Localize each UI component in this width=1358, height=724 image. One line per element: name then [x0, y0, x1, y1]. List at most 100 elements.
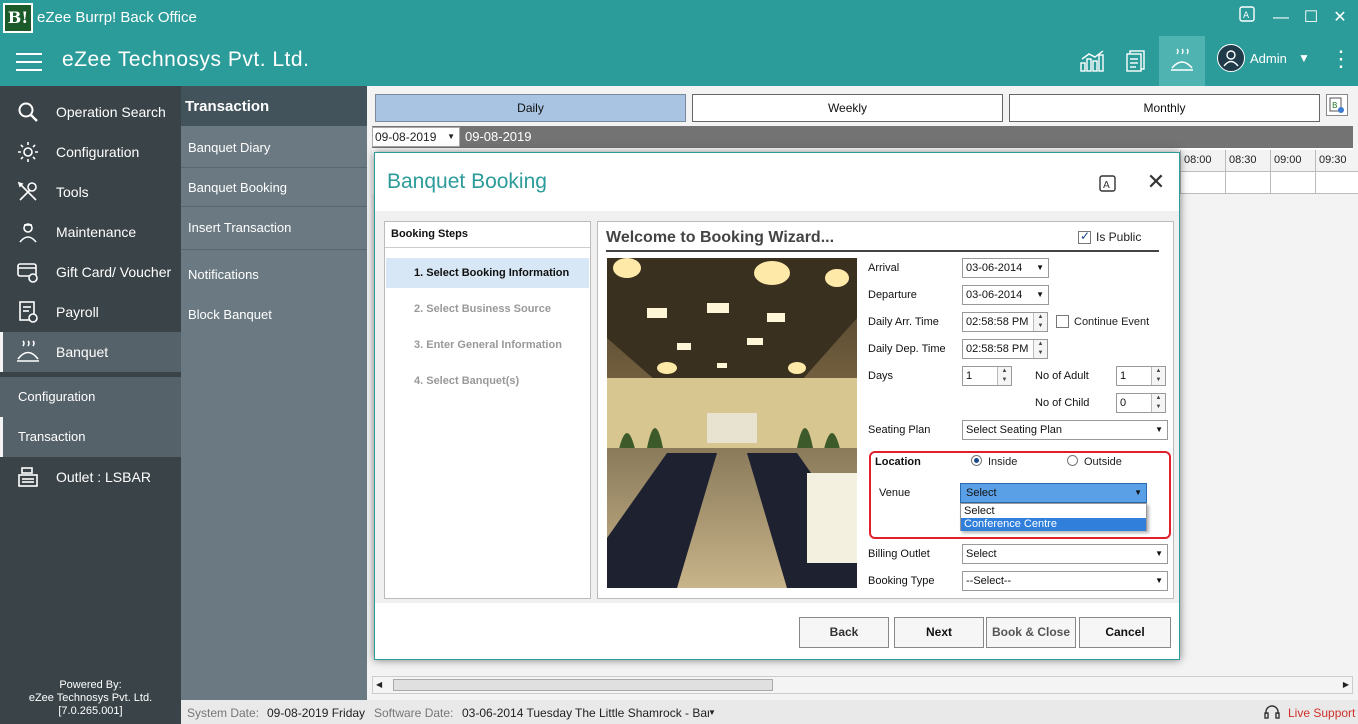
next-button[interactable]: Next — [894, 617, 984, 648]
checkbox-icon[interactable] — [1056, 315, 1069, 328]
sidebar-item-configuration[interactable]: Configuration — [0, 132, 181, 172]
date-picker[interactable]: 09-08-2019 ▼ — [372, 127, 460, 147]
powered-by-company: eZee Technosys Pvt. Ltd. — [28, 692, 153, 704]
more-options-icon[interactable]: ⋮ — [1330, 44, 1352, 74]
chevron-down-icon[interactable]: ▼ — [708, 708, 716, 717]
back-button[interactable]: Back — [799, 617, 889, 648]
spinner-icon[interactable]: ▲ ▼ — [1033, 313, 1047, 331]
sidebar-item-banquet[interactable]: Banquet — [0, 332, 181, 372]
translate-icon[interactable]: A — [1099, 175, 1117, 193]
scroll-left-icon[interactable]: ◀ — [376, 677, 382, 693]
daily-dep-time-value: 02:58:58 PM — [966, 343, 1029, 355]
sidebar-item-maintenance[interactable]: Maintenance — [0, 212, 181, 252]
time-cell[interactable] — [1315, 172, 1358, 194]
sidebar-item-payroll[interactable]: Payroll — [0, 292, 181, 332]
time-cell[interactable] — [1270, 172, 1315, 194]
booking-steps-panel: Booking Steps 1. Select Booking Informat… — [384, 221, 591, 599]
step-2[interactable]: 2. Select Business Source — [386, 294, 589, 324]
sidebar-item-outlet[interactable]: Outlet : LSBAR — [0, 457, 181, 497]
banquet-booking-dialog: Banquet Booking A ✕ Booking Steps 1. Sel… — [374, 152, 1180, 660]
dialog-body: Booking Steps 1. Select Booking Informat… — [375, 211, 1179, 603]
translate-icon[interactable]: A — [1229, 0, 1265, 36]
horizontal-scrollbar[interactable]: ◀ ▶ — [372, 676, 1353, 694]
sidebar-item-label: Configuration — [56, 144, 140, 160]
step-3[interactable]: 3. Enter General Information — [386, 330, 589, 360]
sidebar-item-label: Gift Card/ Voucher — [56, 264, 172, 280]
submenu-item-banquet-booking[interactable]: Banquet Booking — [188, 180, 287, 195]
close-icon[interactable]: ✕ — [1322, 0, 1358, 36]
outlet-name[interactable]: The Little Shamrock - Bar — [575, 706, 709, 720]
close-icon[interactable]: ✕ — [1143, 169, 1169, 195]
book-close-button[interactable]: Book & Close — [986, 617, 1076, 648]
scrollbar-thumb[interactable] — [393, 679, 773, 691]
location-outside-label: Outside — [1084, 456, 1122, 468]
location-outside-radio[interactable]: Outside — [1067, 455, 1122, 468]
radio-icon[interactable] — [971, 455, 982, 466]
days-label: Days — [868, 370, 894, 382]
sidebar-subitem-configuration[interactable]: Configuration — [0, 377, 181, 417]
sidebar-item-label: Payroll — [56, 304, 99, 320]
chart-icon[interactable] — [1069, 36, 1115, 86]
location-inside-radio[interactable]: Inside — [971, 455, 1017, 468]
chevron-down-icon: ▼ — [1155, 549, 1163, 558]
time-cell[interactable] — [1180, 172, 1225, 194]
payroll-icon — [15, 299, 41, 325]
submenu-item-insert-transaction[interactable]: Insert Transaction — [188, 220, 291, 235]
billing-outlet-select[interactable]: Select ▼ — [962, 544, 1168, 564]
is-public-checkbox[interactable]: Is Public — [1078, 229, 1141, 244]
venue-option[interactable]: Conference Centre — [961, 518, 1146, 531]
report-icon[interactable] — [1113, 36, 1159, 86]
sidebar-subitem-transaction[interactable]: Transaction — [0, 417, 181, 457]
submenu-item-block-banquet[interactable]: Block Banquet — [188, 307, 272, 322]
submenu-item-notifications[interactable]: Notifications — [188, 267, 259, 282]
tab-daily[interactable]: Daily — [375, 94, 686, 122]
powered-by: Powered By: eZee Technosys Pvt. Ltd. [7.… — [0, 679, 181, 718]
spinner-icon[interactable]: ▲ ▼ — [997, 367, 1011, 385]
svg-text:B: B — [1332, 101, 1338, 110]
step-1[interactable]: 1. Select Booking Information — [386, 258, 589, 288]
spinner-icon[interactable]: ▲ ▼ — [1151, 367, 1165, 385]
days-input[interactable]: 1 ▲ ▼ — [962, 366, 1012, 386]
chevron-down-icon: ▼ — [1134, 488, 1142, 497]
child-input[interactable]: 0 ▲ ▼ — [1116, 393, 1166, 413]
menu-icon[interactable] — [16, 53, 42, 71]
wizard-title: Welcome to Booking Wizard... — [606, 229, 835, 246]
scroll-right-icon[interactable]: ▶ — [1343, 677, 1349, 693]
cancel-button[interactable]: Cancel — [1079, 617, 1171, 648]
svg-text:A: A — [1103, 180, 1110, 191]
time-slot: 09:00 — [1270, 150, 1315, 172]
arrival-date-picker[interactable]: 03-06-2014 ▼ — [962, 258, 1049, 278]
seating-plan-select[interactable]: Select Seating Plan ▼ — [962, 420, 1168, 440]
calendar-export-icon[interactable]: B — [1326, 94, 1348, 116]
arrival-value: 03-06-2014 — [966, 262, 1023, 274]
divider — [606, 250, 1159, 252]
venue-select[interactable]: Select ▼ — [960, 483, 1147, 503]
tab-weekly[interactable]: Weekly — [692, 94, 1003, 122]
tab-monthly[interactable]: Monthly — [1009, 94, 1320, 122]
booking-type-select[interactable]: --Select-- ▼ — [962, 571, 1168, 591]
adult-value: 1 — [1120, 370, 1127, 382]
banquet-header-icon[interactable] — [1159, 36, 1205, 86]
checkbox-icon[interactable] — [1078, 229, 1091, 244]
sidebar-item-tools[interactable]: Tools — [0, 172, 181, 212]
continue-event-label: Continue Event — [1074, 315, 1150, 328]
spinner-icon[interactable]: ▲ ▼ — [1033, 340, 1047, 358]
user-name[interactable]: Admin — [1250, 51, 1287, 66]
spinner-icon[interactable]: ▲ ▼ — [1151, 394, 1165, 412]
divider — [181, 206, 367, 207]
sidebar-item-operation-search[interactable]: Operation Search — [0, 92, 181, 132]
venue-option[interactable]: Select — [961, 505, 1146, 518]
chevron-down-icon[interactable]: ▼ — [1298, 51, 1310, 65]
departure-date-picker[interactable]: 03-06-2014 ▼ — [962, 285, 1049, 305]
sidebar-item-gift-card[interactable]: Gift Card/ Voucher — [0, 252, 181, 292]
time-cell[interactable] — [1225, 172, 1270, 194]
radio-icon[interactable] — [1067, 455, 1078, 466]
avatar[interactable] — [1217, 44, 1245, 72]
submenu-item-banquet-diary[interactable]: Banquet Diary — [188, 140, 270, 155]
step-4[interactable]: 4. Select Banquet(s) — [386, 366, 589, 396]
live-support-link[interactable]: Live Support — [1288, 706, 1355, 720]
adult-input[interactable]: 1 ▲ ▼ — [1116, 366, 1166, 386]
continue-event-checkbox[interactable]: Continue Event — [1056, 315, 1149, 328]
daily-dep-time-input[interactable]: 02:58:58 PM ▲ ▼ — [962, 339, 1048, 359]
daily-arr-time-input[interactable]: 02:58:58 PM ▲ ▼ — [962, 312, 1048, 332]
